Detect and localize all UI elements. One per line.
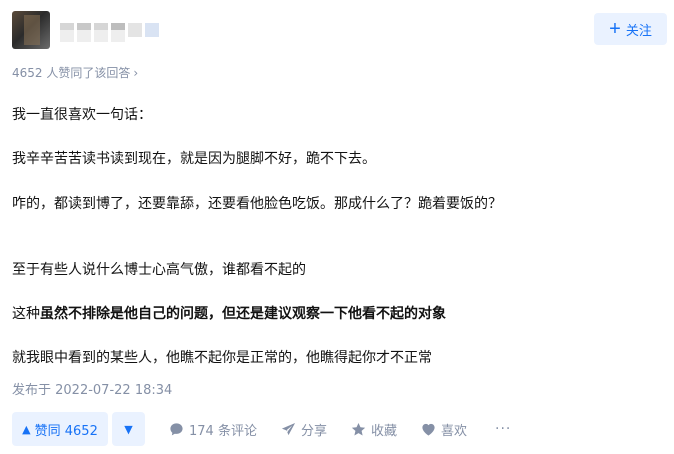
share-label: 分享	[300, 423, 327, 439]
comment-bubble-icon	[170, 422, 183, 435]
comments-button[interactable]: 174 条评论	[169, 420, 257, 439]
like-button[interactable]: 喜欢	[421, 420, 467, 439]
heart-icon	[422, 423, 435, 436]
share-button[interactable]: 分享	[281, 420, 327, 439]
favorite-button[interactable]: 收藏	[351, 420, 397, 439]
like-label: 喜欢	[440, 423, 467, 439]
action-bar: ▲ 赞同 4652 ▼ 174 条评论 分享 收藏 喜欢 ···	[12, 412, 511, 446]
upvote-button[interactable]: ▲ 赞同 4652	[12, 412, 108, 446]
paragraph: 我辛辛苦苦读书读到现在，就是因为腿脚不好，跪不下去。	[12, 151, 376, 167]
paragraph: 就我眼中看到的某些人，他瞧不起你是正常的，他瞧得起你才不正常	[12, 350, 432, 366]
plus-icon: +	[609, 18, 621, 40]
downvote-button[interactable]: ▼	[112, 412, 145, 446]
paragraph-prefix: 这种	[12, 306, 40, 322]
paragraph-bold: 虽然不排除是他自己的问题，但还是建议观察一下他看不起的对象	[40, 306, 446, 322]
share-icon	[281, 422, 296, 435]
triangle-down-icon: ▼	[124, 422, 133, 436]
upvote-label: 赞同 4652	[34, 423, 98, 439]
comments-label: 174 条评论	[189, 423, 257, 439]
paragraph: 咋的，都读到博了，还要靠舔，还要看他脸色吃饭。那成什么了？跪着要饭的？	[12, 196, 502, 212]
star-icon	[351, 422, 366, 435]
paragraph: 至于有些人说什么博士心高气傲，谁都看不起的	[12, 262, 306, 278]
paragraph: 我一直很喜欢一句话：	[12, 107, 152, 123]
author-avatar[interactable]	[12, 11, 50, 49]
upvoters-text: 4652 人赞同了该回答	[12, 66, 131, 80]
publish-time[interactable]: 发布于 2022-07-22 18:34	[12, 379, 172, 398]
author-headline-blurred	[60, 30, 125, 42]
follow-label: 关注	[625, 22, 652, 38]
favorite-label: 收藏	[370, 423, 397, 439]
upvoters-link[interactable]: 4652 人赞同了该回答 ›	[12, 64, 138, 81]
triangle-up-icon: ▲	[22, 422, 31, 436]
more-options-icon[interactable]: ···	[495, 421, 511, 437]
follow-button[interactable]: + 关注	[594, 13, 667, 45]
chevron-right-icon: ›	[133, 66, 139, 80]
paragraph: 这种虽然不排除是他自己的问题，但还是建议观察一下他看不起的对象	[12, 303, 446, 325]
